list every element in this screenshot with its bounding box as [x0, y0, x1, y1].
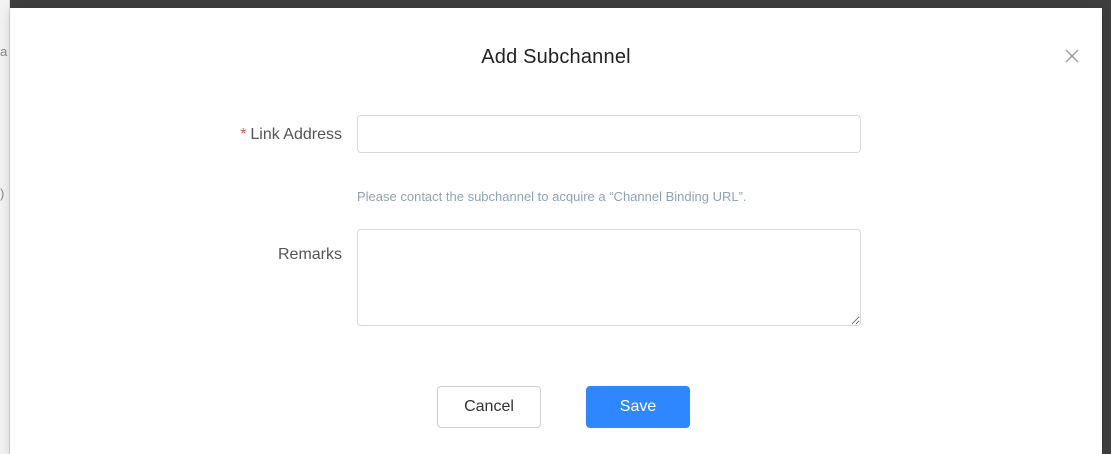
remarks-textarea[interactable] — [357, 229, 861, 326]
link-address-label-text: Link Address — [250, 126, 342, 143]
link-address-label: * Link Address — [240, 126, 342, 144]
required-mark: * — [240, 126, 247, 143]
cancel-button[interactable]: Cancel — [437, 386, 541, 428]
background-top-edge — [0, 0, 1111, 8]
remarks-label: Remarks — [277, 246, 342, 263]
background-left-edge — [0, 0, 10, 454]
background-text-fragment: ) — [0, 186, 5, 201]
background-text-fragment: a — [0, 44, 8, 59]
link-address-hint: Please contact the subchannel to acquire… — [357, 189, 747, 204]
background-right-edge — [1102, 0, 1111, 454]
link-address-input[interactable] — [357, 115, 861, 153]
dialog-title: Add Subchannel — [481, 46, 631, 68]
add-subchannel-dialog: Add Subchannel * Link Address Please cont… — [10, 8, 1102, 454]
save-button[interactable]: Save — [586, 386, 690, 428]
close-icon[interactable] — [1064, 48, 1080, 64]
